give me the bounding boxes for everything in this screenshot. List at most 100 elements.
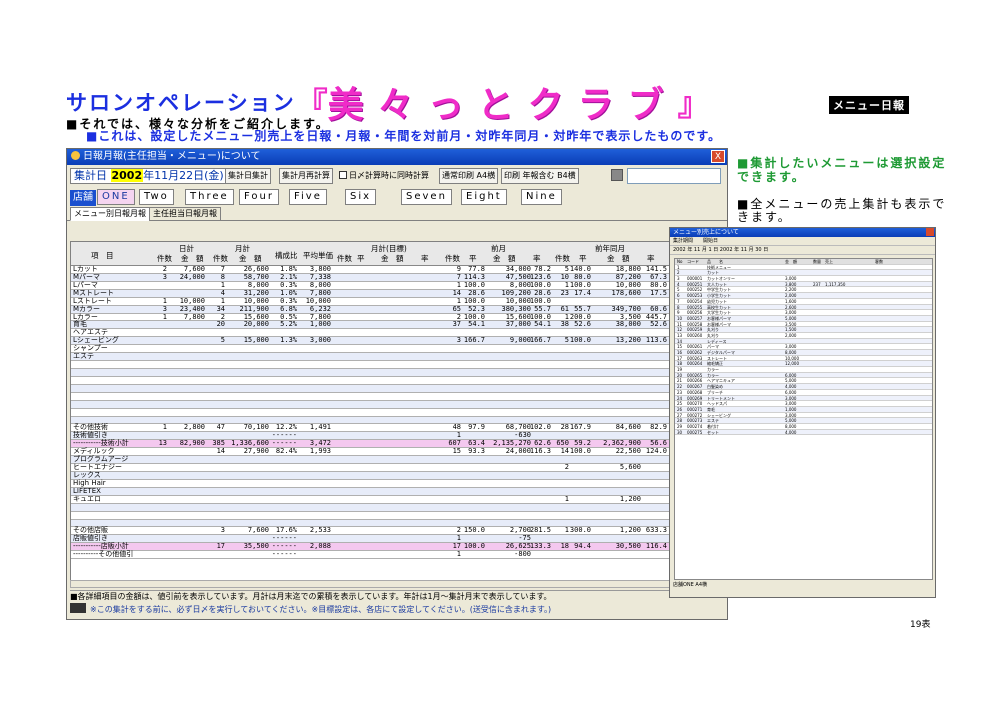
table-row[interactable]: メディルック 14 27,900 82.4% 1,993 15 93.3 24,000 116.… [71,447,694,457]
table-row[interactable] [71,512,694,520]
table-row[interactable]: ヒートエナジー 2 5,600 [71,464,694,472]
table-row[interactable]: その他技術 1 2,800 47 70,100 12.2% 1,491 48 97.9 68,70… [71,424,694,433]
header-target-amount: 金 額 [381,254,404,263]
store-tab[interactable]: Eight [461,189,507,205]
footer-icon [70,603,86,613]
table-row[interactable]: Lカラー 1 7,800 2 15,600 0.5% 7,800 2 100.0 15,600 10… [71,312,694,322]
page-heading: サロンオペレーション『美々っとクラブ』 [66,76,710,126]
table-row[interactable]: 育毛 20 20,000 5.2% 1,000 37 54.1 37,000 54.1 38 52.… [71,320,694,330]
menu-sales-cell: 6,000 [785,372,797,378]
menu-sales-cell: 2 [677,270,680,276]
table-row[interactable] [71,400,694,409]
menu-sales-titlebar[interactable]: メニュー別売上について [670,228,935,237]
table-row[interactable]: -----------店販小計 17 35,500 ------ 2,088 17 100.… [71,542,694,552]
table-row[interactable] [71,361,694,369]
table-row[interactable]: Lパーマ 1 8,000 0.3% 8,000 1 100.0 8,000 100.0 1 100.… [71,280,694,290]
menu-sales-row[interactable]: 30 000275 セット 4,000 [675,429,932,436]
cell-avg: 1,000 [309,320,331,329]
header-monthly-amount: 金 額 [239,254,262,263]
cell-pm-r: 54.1 [468,320,485,329]
print-a4-button[interactable]: 通常印刷 A4横 [439,168,499,184]
menu-sales-cell: 2,000 [785,332,797,338]
store-tab[interactable]: Four [239,189,279,205]
table-row[interactable] [71,393,694,401]
date-display[interactable]: 集計日 2002年11月22日(金) [70,168,228,184]
table-row[interactable]: レックス [71,471,694,480]
table-row[interactable]: 店販値引き ------ 1 -75 [71,535,694,544]
table-row[interactable]: Lシェービング 5 15,000 1.3% 3,000 3 166.7 9,000 166.7 5… [71,336,694,346]
calculator-icon[interactable] [611,169,623,181]
same-time-checkbox[interactable]: 日〆計算時に同時計算 [339,168,429,184]
menu-sales-cell: カラー [707,367,719,373]
menu-sales-cell: 000001 [687,276,703,282]
cell-pm-amt: 9,000 [509,336,531,345]
row-name: Lパーマ [73,280,98,289]
store-tab[interactable]: ONE [97,189,135,205]
menu-sales-cell: 000274 [687,423,703,429]
cell-m-amt: 26,600 [243,265,269,273]
horizontal-scrollbar[interactable] [70,580,695,588]
print-b4-button[interactable]: 印刷 年報含む B4横 [501,168,579,184]
cell-pm-cnt: 1 [456,280,461,289]
cell-pm-r: 100.0 [463,542,485,551]
cell-d-amt: 7,800 [183,312,205,321]
cell-pm-rate: 55.7 [534,304,551,313]
cell-pm-amt: 34,000 [505,265,531,273]
menu-sales-cell: 000261 [687,344,703,350]
table-row[interactable] [71,368,694,377]
row-name: キュエロ [73,494,101,503]
header-target-ratio: 平 [357,254,365,263]
menu-sales-cell: 6,000 [785,389,797,395]
table-row[interactable]: その他店販 3 7,600 17.6% 2,533 2 150.0 2,700 281.5 1 30… [71,526,694,536]
menu-sales-close-icon[interactable] [926,228,934,236]
table-row[interactable]: ----------その他値引 ------ 1 -800 [71,551,694,560]
table-row[interactable] [71,409,694,417]
cell-py-amt: 178,600 [611,288,641,297]
header-monthly-count: 件数 [213,254,228,263]
tab-staff-report[interactable]: 主任担当日報月報 [149,207,221,221]
cell-avg: 8,000 [309,280,331,289]
table-row[interactable]: High Hair [71,479,694,488]
table-row[interactable]: Mパーマ 3 24,000 8 58,700 2.1% 7,338 7 114.3 47,500 1… [71,272,694,282]
cell-py-rate: 116.4 [645,542,667,551]
date-year: 2002 [110,169,144,182]
cell-py-cnt: 14 [560,447,569,456]
table-row[interactable]: プログラムアージ [71,456,694,465]
menu-sales-cell: 000253 [687,293,703,299]
table-row[interactable]: LIFETEX [71,487,694,496]
menu-sales-cell: 30 [677,429,683,435]
cell-pm-r: 100.0 [463,280,485,289]
menu-sales-toolbar: 集計期間 開始日 [670,237,935,246]
cell-m-amt: 58,700 [243,272,269,281]
cell-m-cnt: 17 [216,542,225,551]
store-tab[interactable]: Seven [401,189,452,205]
store-tab[interactable]: Three [185,189,234,205]
table-row[interactable] [71,519,694,528]
memo-field[interactable] [627,168,721,184]
table-row[interactable]: キュエロ 1 1,200 [71,494,694,504]
table-row[interactable]: -----------技術小計 13 82,900 385 1,336,600 -----… [71,440,694,449]
table-row[interactable]: エステ [71,353,694,362]
cell-py-amt: 1,200 [619,526,641,535]
report-window-titlebar[interactable]: 日報月報(主任担当・メニュー)について X [67,149,727,165]
cell-pm-cnt: 9 [456,265,461,273]
menu-sales-cell: 大学生カット [707,310,731,316]
cell-py-rate: 633.3 [645,526,667,535]
table-row[interactable] [71,503,694,512]
cell-ratio: 5.2% [280,320,297,329]
table-row[interactable]: ヘアエステ [71,329,694,338]
cell-pm-amt: 47,500 [505,272,531,281]
store-tab[interactable]: Six [345,189,377,205]
close-button[interactable]: X [711,150,725,163]
month-recalc-button[interactable]: 集計月再計算 [279,168,333,184]
cell-m-cnt: 1 [220,296,225,305]
store-tab[interactable]: Two [139,189,174,205]
table-row[interactable]: シャンプー [71,345,694,354]
table-row[interactable] [71,377,694,385]
table-row[interactable] [71,384,694,393]
daily-total-button[interactable]: 集計日集計 [225,168,271,184]
tab-menu-report[interactable]: メニュー別日報月報 [70,207,150,221]
cell-py-rate: 67.3 [650,272,667,281]
store-tab[interactable]: Five [289,189,327,205]
store-tab[interactable]: Nine [521,189,562,205]
